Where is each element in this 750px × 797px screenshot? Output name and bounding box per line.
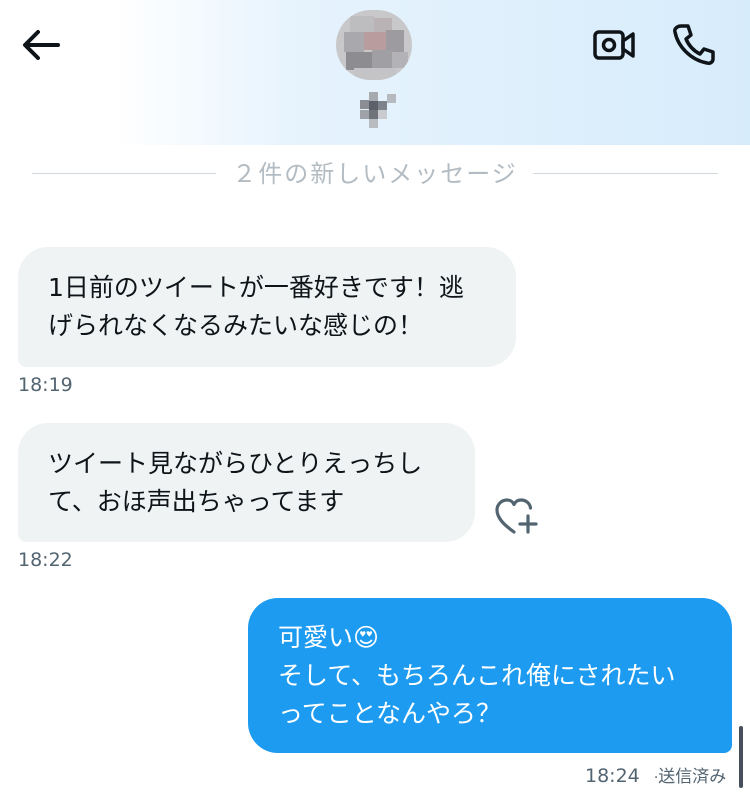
phone-icon (673, 24, 715, 65)
sent-time: 18:24 (585, 765, 640, 787)
dm-conversation-screen: ２件の新しいメッセージ 1日前のツイートが一番好きです！逃 げられなくなるみたい… (0, 0, 750, 797)
scrollbar[interactable] (739, 726, 743, 788)
avatar[interactable] (336, 10, 412, 80)
display-name-blurred[interactable] (360, 92, 398, 130)
react-button[interactable] (492, 496, 540, 538)
message-timestamp: 18:22 (18, 549, 73, 571)
video-call-button[interactable] (590, 22, 638, 68)
video-call-icon (593, 30, 635, 60)
sent-status: 送信済み (658, 767, 727, 787)
message-text: 可愛い😍 そして、もちろんこれ俺にされたい ってことなんやろ？ (278, 623, 676, 728)
message-text: 1日前のツイートが一番好きです！逃 げられなくなるみたいな感じの！ (48, 273, 464, 340)
conversation-header (0, 0, 750, 145)
message-bubble-received[interactable]: ツイート見ながらひとりえっちし て、おほ声出ちゃってます (18, 423, 475, 542)
message-text: ツイート見ながらひとりえっちし て、おほ声出ちゃってます (48, 449, 423, 516)
message-timestamp: 18:19 (18, 374, 73, 396)
message-bubble-sent[interactable]: 可愛い😍 そして、もちろんこれ俺にされたい ってことなんやろ？ (248, 598, 732, 753)
message-timestamp: 18:24 ·送信済み (585, 762, 726, 787)
new-messages-divider: ２件の新しいメッセージ (232, 160, 518, 188)
arrow-left-icon (23, 30, 60, 60)
heart-plus-icon (495, 498, 538, 534)
phone-call-button[interactable] (668, 20, 718, 68)
back-button[interactable] (18, 22, 64, 68)
message-bubble-received[interactable]: 1日前のツイートが一番好きです！逃 げられなくなるみたいな感じの！ (18, 247, 516, 367)
